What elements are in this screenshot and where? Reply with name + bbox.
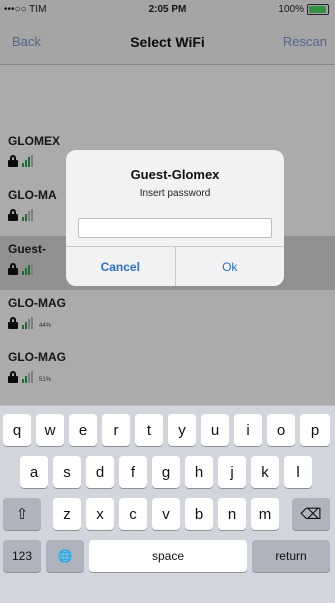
screen: •••○○ TIM 2:05 PM 100% Back Select WiFi … <box>0 0 335 603</box>
key-c[interactable]: c <box>119 498 147 530</box>
keyboard: q w e r t y u i o p a s d f g h j k l ⇧ … <box>0 405 335 603</box>
key-q[interactable]: q <box>3 414 31 446</box>
key-w[interactable]: w <box>36 414 64 446</box>
key-k[interactable]: k <box>251 456 279 488</box>
key-b[interactable]: b <box>185 498 213 530</box>
key-h[interactable]: h <box>185 456 213 488</box>
shift-icon[interactable]: ⇧ <box>3 498 41 530</box>
key-n[interactable]: n <box>218 498 246 530</box>
key-p[interactable]: p <box>300 414 330 446</box>
key-f[interactable]: f <box>119 456 147 488</box>
password-input[interactable] <box>78 218 272 238</box>
key-x[interactable]: x <box>86 498 114 530</box>
key-d[interactable]: d <box>86 456 114 488</box>
key-e[interactable]: e <box>69 414 97 446</box>
return-key[interactable]: return <box>252 540 330 572</box>
key-o[interactable]: o <box>267 414 295 446</box>
key-s[interactable]: s <box>53 456 81 488</box>
key-i[interactable]: i <box>234 414 262 446</box>
cancel-button[interactable]: Cancel <box>66 247 176 286</box>
globe-icon[interactable]: 🌐 <box>46 540 84 572</box>
password-alert: Guest-Glomex Insert password Cancel Ok <box>66 150 284 286</box>
key-a[interactable]: a <box>20 456 48 488</box>
key-t[interactable]: t <box>135 414 163 446</box>
key-g[interactable]: g <box>152 456 180 488</box>
key-z[interactable]: z <box>53 498 81 530</box>
alert-title: Guest-Glomex <box>130 167 220 182</box>
key-j[interactable]: j <box>218 456 246 488</box>
key-v[interactable]: v <box>152 498 180 530</box>
key-u[interactable]: u <box>201 414 229 446</box>
key-y[interactable]: y <box>168 414 196 446</box>
numbers-key[interactable]: 123 <box>3 540 41 572</box>
space-key[interactable]: space <box>89 540 247 572</box>
alert-buttons: Cancel Ok <box>66 246 284 286</box>
ok-button[interactable]: Ok <box>176 247 285 286</box>
key-r[interactable]: r <box>102 414 130 446</box>
key-m[interactable]: m <box>251 498 279 530</box>
key-l[interactable]: l <box>284 456 312 488</box>
alert-message: Insert password <box>139 188 211 199</box>
delete-icon[interactable]: ⌫ <box>292 498 330 530</box>
